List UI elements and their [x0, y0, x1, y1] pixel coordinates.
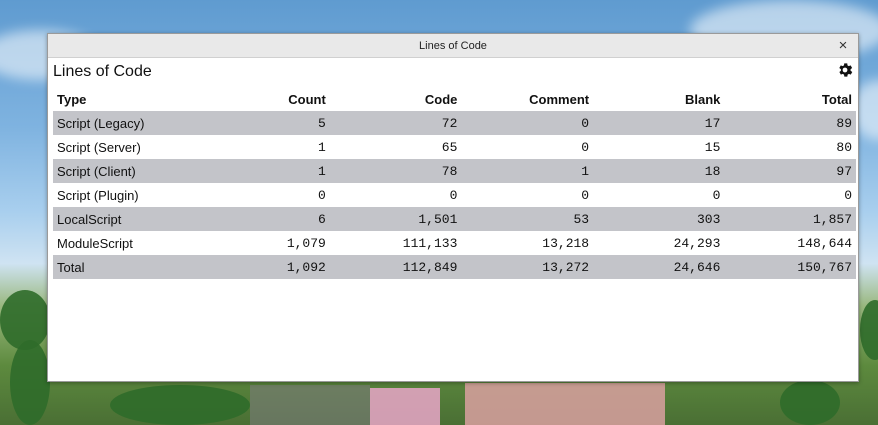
cell-count: 1 — [247, 159, 330, 183]
table-row: Script (Legacy) 5 72 0 17 89 — [53, 111, 856, 135]
cell-comment: 0 — [581, 139, 590, 155]
table-row: Script (Plugin) 0 0 0 0 0 — [53, 183, 856, 207]
column-header-code: Code — [424, 91, 458, 107]
cell-comment: 0 — [581, 187, 590, 203]
column-header-blank: Blank — [684, 91, 721, 107]
cell-total: 150,767 — [724, 255, 856, 279]
cell-code: 78 — [329, 159, 462, 183]
close-icon[interactable]: × — [835, 37, 851, 53]
column-header-count: Count — [288, 91, 326, 107]
cell-blank: 18 — [593, 159, 725, 183]
table-row: LocalScript 6 1,501 53 303 1,857 — [53, 207, 856, 231]
cell-total: 97 — [724, 159, 856, 183]
cell-total: 1,857 — [724, 207, 856, 231]
column-header-total: Total — [821, 91, 852, 107]
cell-type: Script (Server) — [57, 139, 141, 155]
cell-count: 1,079 — [286, 235, 326, 251]
cell-blank: 0 — [712, 187, 721, 203]
cell-type: Script (Legacy) — [53, 111, 248, 135]
cell-type: Script (Plugin) — [57, 187, 139, 203]
cell-comment: 0 — [461, 111, 594, 135]
cell-code: 65 — [441, 139, 458, 155]
table-row: ModuleScript 1,079 111,133 13,218 24,293… — [53, 231, 856, 255]
cell-type: ModuleScript — [57, 235, 133, 251]
page-title: Lines of Code — [53, 63, 152, 80]
building-roof — [465, 383, 665, 425]
cell-count: 6 — [247, 207, 330, 231]
cell-code: 0 — [449, 187, 458, 203]
cell-code: 72 — [329, 111, 462, 135]
lines-of-code-window: Lines of Code × Lines of Code Type Count… — [47, 33, 859, 382]
cell-comment: 13,272 — [461, 255, 594, 279]
cell-blank: 24,646 — [593, 255, 725, 279]
cell-blank: 17 — [593, 111, 725, 135]
cell-comment: 53 — [461, 207, 594, 231]
cell-total: 148,644 — [797, 235, 852, 251]
cell-total: 0 — [844, 187, 852, 203]
cell-code: 112,849 — [329, 255, 462, 279]
cell-total: 80 — [836, 139, 852, 155]
cell-count: 5 — [247, 111, 330, 135]
palm-tree — [110, 385, 250, 425]
cell-type: LocalScript — [53, 207, 248, 231]
column-header-comment: Comment — [529, 91, 590, 107]
window-title: Lines of Code — [419, 39, 487, 52]
cell-comment: 1 — [461, 159, 594, 183]
table-header-row: Type Count Code Comment Blank Total — [53, 87, 856, 111]
palm-tree — [780, 380, 840, 425]
cell-code: 111,133 — [402, 235, 458, 251]
table-row: Script (Server) 1 65 0 15 80 — [53, 135, 856, 159]
table-row: Script (Client) 1 78 1 18 97 — [53, 159, 856, 183]
window-titlebar[interactable]: Lines of Code × — [48, 34, 858, 58]
cell-code: 1,501 — [329, 207, 462, 231]
cell-blank: 303 — [593, 207, 725, 231]
cell-count: 1 — [318, 139, 326, 155]
lines-of-code-table: Type Count Code Comment Blank Total Scri… — [53, 87, 856, 279]
building-roof — [370, 388, 440, 425]
palm-tree — [10, 340, 50, 425]
road — [250, 385, 370, 425]
palm-tree — [860, 300, 878, 360]
cell-type: Script (Client) — [53, 159, 248, 183]
cell-total: 89 — [724, 111, 856, 135]
cell-comment: 13,218 — [542, 235, 590, 251]
cell-blank: 15 — [704, 139, 721, 155]
cell-blank: 24,293 — [673, 235, 721, 251]
cell-type: Total — [53, 255, 248, 279]
gear-icon[interactable] — [836, 61, 854, 79]
cell-count: 0 — [318, 187, 326, 203]
table-row-total: Total 1,092 112,849 13,272 24,646 150,76… — [53, 255, 856, 279]
column-header-type: Type — [57, 91, 87, 107]
cell-count: 1,092 — [247, 255, 330, 279]
